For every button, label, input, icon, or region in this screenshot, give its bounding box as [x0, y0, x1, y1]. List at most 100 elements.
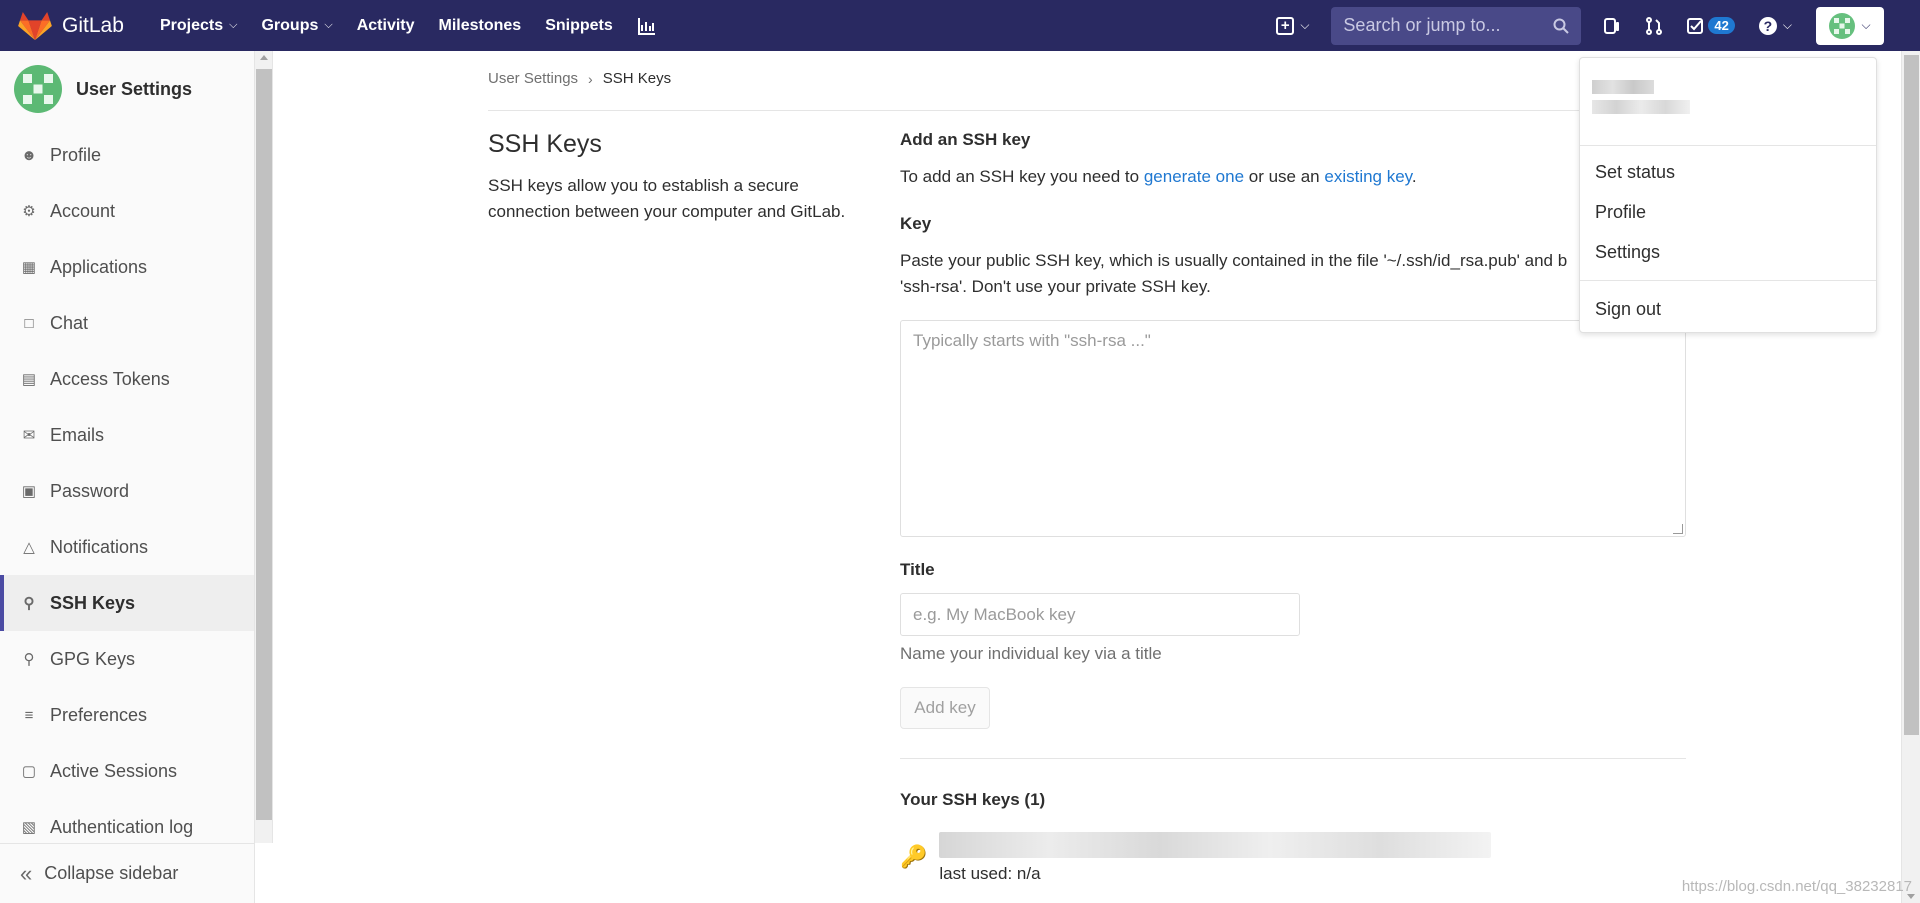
menu-divider [1580, 280, 1876, 281]
sidebar-item-account[interactable]: ⚙ Account [0, 183, 254, 239]
menu-item-set-status[interactable]: Set status [1580, 152, 1876, 192]
form-heading: Add an SSH key [900, 130, 1031, 149]
sidebar-item-label: Notifications [50, 536, 149, 557]
brand-name: GitLab [62, 13, 124, 37]
plus-square-icon: + [1276, 16, 1295, 35]
sidebar-item-ssh-keys[interactable]: ⚲ SSH Keys [0, 575, 254, 631]
settings-sidebar: User Settings ☻ Profile ⚙ Account ▦ Applica… [0, 51, 255, 903]
sidebar-item-profile[interactable]: ☻ Profile [0, 127, 254, 183]
monitor-icon: ▢ [21, 763, 37, 780]
key-textarea[interactable]: Typically starts with "ssh-rsa ..." [900, 320, 1686, 537]
collapse-sidebar-button[interactable]: « Collapse sidebar [0, 843, 254, 903]
sidebar-scrollbar-thumb[interactable] [256, 69, 272, 820]
sidebar-item-preferences[interactable]: ≡ Preferences [0, 687, 254, 743]
chevron-right-icon: › [588, 70, 593, 87]
key-last-used: last used: n/a [939, 864, 1041, 883]
intro-text: To add an SSH key you need to [900, 167, 1144, 186]
sidebar-item-gpg-keys[interactable]: ⚲ GPG Keys [0, 631, 254, 687]
nav-activity[interactable]: Activity [357, 17, 415, 35]
breadcrumb-divider [488, 110, 1688, 111]
issues-icon[interactable] [1603, 17, 1621, 35]
your-keys-heading: Your SSH keys (1) [900, 790, 1046, 809]
dropdown-user-info[interactable] [1580, 58, 1876, 146]
title-input[interactable]: e.g. My MacBook key [900, 593, 1300, 636]
page-scrollbar-thumb[interactable] [1904, 55, 1919, 735]
user-dropdown-menu: Set status Profile Settings Sign out [1579, 57, 1877, 333]
watermark: https://blog.csdn.net/qq_38232817 [1681, 878, 1912, 895]
key-help: Paste your public SSH key, which is usua… [900, 248, 1567, 300]
profile-icon: ☻ [21, 146, 37, 164]
nav-snippets[interactable]: Snippets [545, 17, 613, 35]
help-button[interactable]: ? ⌵ [1758, 16, 1792, 35]
sidebar-item-chat[interactable]: □ Chat [0, 295, 254, 351]
sidebar-item-notifications[interactable]: △ Notifications [0, 519, 254, 575]
key-icon: ⚲ [23, 651, 35, 668]
intro-text: . [1411, 167, 1417, 186]
key-icon: 🔑 [900, 844, 928, 869]
sidebar-item-access-tokens[interactable]: ▤ Access Tokens [0, 351, 254, 407]
collapse-sidebar-label: Collapse sidebar [44, 863, 179, 883]
chart-icon[interactable] [637, 16, 657, 36]
chevron-down-icon: ⌵ [1782, 18, 1792, 32]
top-navbar: GitLab Projects ⌵ Groups ⌵ Activity Milest… [0, 0, 1920, 51]
user-menu-button[interactable]: ⌵ [1816, 6, 1884, 45]
applications-icon: ▦ [21, 259, 37, 276]
key-icon: ⚲ [23, 595, 35, 612]
sidebar-item-active-sessions[interactable]: ▢ Active Sessions [0, 743, 254, 799]
nav-projects-label: Projects [160, 16, 224, 34]
breadcrumb-parent[interactable]: User Settings [488, 70, 578, 87]
sidebar-item-password[interactable]: ▣ Password [0, 463, 254, 519]
add-key-button[interactable]: Add key [900, 687, 990, 729]
sidebar-item-emails[interactable]: ✉ Emails [0, 407, 254, 463]
title-label: Title [900, 560, 935, 579]
gitlab-logo-icon [18, 11, 52, 40]
sidebar-item-label: Account [50, 200, 116, 221]
page-title: SSH Keys [488, 130, 602, 158]
mail-icon: ✉ [22, 427, 36, 444]
help-icon: ? [1758, 16, 1777, 35]
key-placeholder: Typically starts with "ssh-rsa ..." [913, 331, 1151, 350]
existing-key-link[interactable]: existing key [1324, 167, 1412, 186]
avatar [1829, 12, 1856, 39]
redacted-user-name [1592, 80, 1654, 94]
sidebar-title: User Settings [76, 78, 193, 99]
ssh-key-item[interactable]: 🔑 last used: n/a [900, 832, 1492, 884]
sidebar-scrollbar[interactable] [255, 51, 273, 843]
todos-button[interactable]: 42 [1687, 17, 1735, 35]
menu-item-sign-out[interactable]: Sign out [1580, 289, 1876, 329]
token-icon: ▤ [21, 371, 37, 388]
breadcrumb: User Settings › SSH Keys [488, 70, 671, 87]
nav-milestones[interactable]: Milestones [439, 17, 522, 35]
nav-projects[interactable]: Projects ⌵ [160, 17, 237, 35]
double-chevron-left-icon: « [20, 860, 33, 886]
sidebar-header[interactable]: User Settings [0, 51, 254, 127]
page-scrollbar[interactable] [1901, 51, 1920, 903]
avatar [14, 65, 62, 113]
scroll-up-arrow-icon[interactable] [260, 55, 268, 60]
resize-handle-icon[interactable] [1673, 524, 1683, 534]
generate-one-link[interactable]: generate one [1144, 167, 1244, 186]
page-description: SSH keys allow you to establish a secure… [488, 176, 846, 221]
sidebar-item-label: Chat [50, 312, 89, 333]
sidebar-item-label: Authentication log [50, 816, 194, 837]
chevron-down-icon: ⌵ [1861, 18, 1871, 32]
sliders-icon: ≡ [24, 706, 34, 724]
chevron-down-icon: ⌵ [1300, 18, 1310, 32]
sidebar-item-applications[interactable]: ▦ Applications [0, 239, 254, 295]
new-item-button[interactable]: + ⌵ [1276, 16, 1310, 35]
chevron-down-icon: ⌵ [324, 19, 333, 31]
intro-text: or use an [1244, 167, 1325, 186]
breadcrumb-current[interactable]: SSH Keys [603, 70, 671, 87]
search-input[interactable]: Search or jump to... [1331, 6, 1582, 45]
nav-groups[interactable]: Groups ⌵ [261, 17, 332, 35]
search-placeholder: Search or jump to... [1343, 15, 1501, 35]
title-help: Name your individual key via a title [900, 644, 1162, 663]
menu-item-settings[interactable]: Settings [1580, 232, 1876, 272]
brand[interactable]: GitLab [18, 11, 148, 41]
sidebar-item-label: Profile [50, 144, 102, 165]
sidebar-item-label: Applications [50, 256, 148, 277]
redacted-key-title [939, 832, 1492, 858]
merge-request-icon-svg [1646, 16, 1663, 35]
merge-request-icon[interactable] [1645, 16, 1663, 35]
menu-item-profile[interactable]: Profile [1580, 192, 1876, 232]
